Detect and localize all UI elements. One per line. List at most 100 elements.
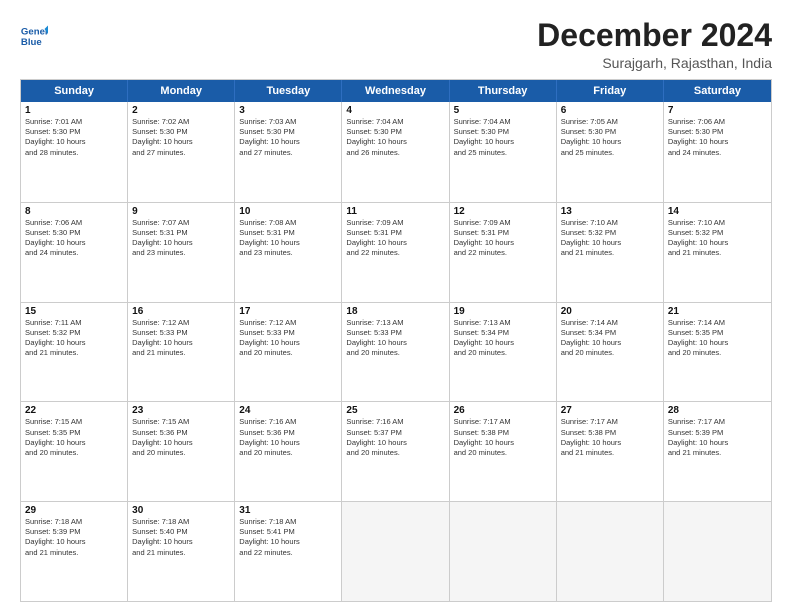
day-number: 14 — [668, 206, 767, 217]
logo: General Blue — [20, 22, 48, 50]
day-number: 27 — [561, 405, 659, 416]
title-block: December 2024 Surajgarh, Rajasthan, Indi… — [537, 18, 772, 71]
day-info: Sunrise: 7:08 AM Sunset: 5:31 PM Dayligh… — [239, 218, 337, 259]
day-info: Sunrise: 7:17 AM Sunset: 5:38 PM Dayligh… — [454, 417, 552, 458]
day-info: Sunrise: 7:18 AM Sunset: 5:40 PM Dayligh… — [132, 517, 230, 558]
week-row-5: 29Sunrise: 7:18 AM Sunset: 5:39 PM Dayli… — [21, 501, 771, 601]
day-number: 28 — [668, 405, 767, 416]
calendar-day — [342, 502, 449, 601]
day-info: Sunrise: 7:02 AM Sunset: 5:30 PM Dayligh… — [132, 117, 230, 158]
day-info: Sunrise: 7:14 AM Sunset: 5:34 PM Dayligh… — [561, 318, 659, 359]
week-row-1: 1Sunrise: 7:01 AM Sunset: 5:30 PM Daylig… — [21, 102, 771, 202]
day-number: 15 — [25, 306, 123, 317]
calendar-day: 15Sunrise: 7:11 AM Sunset: 5:32 PM Dayli… — [21, 303, 128, 402]
logo-icon: General Blue — [20, 22, 48, 50]
calendar-day: 18Sunrise: 7:13 AM Sunset: 5:33 PM Dayli… — [342, 303, 449, 402]
svg-text:Blue: Blue — [21, 37, 42, 48]
day-info: Sunrise: 7:15 AM Sunset: 5:36 PM Dayligh… — [132, 417, 230, 458]
day-info: Sunrise: 7:07 AM Sunset: 5:31 PM Dayligh… — [132, 218, 230, 259]
day-info: Sunrise: 7:09 AM Sunset: 5:31 PM Dayligh… — [454, 218, 552, 259]
calendar-day: 14Sunrise: 7:10 AM Sunset: 5:32 PM Dayli… — [664, 203, 771, 302]
svg-text:General: General — [21, 26, 48, 37]
week-row-3: 15Sunrise: 7:11 AM Sunset: 5:32 PM Dayli… — [21, 302, 771, 402]
day-info: Sunrise: 7:18 AM Sunset: 5:39 PM Dayligh… — [25, 517, 123, 558]
day-info: Sunrise: 7:05 AM Sunset: 5:30 PM Dayligh… — [561, 117, 659, 158]
day-number: 21 — [668, 306, 767, 317]
calendar-day: 5Sunrise: 7:04 AM Sunset: 5:30 PM Daylig… — [450, 102, 557, 202]
day-number: 31 — [239, 505, 337, 516]
header-wednesday: Wednesday — [342, 80, 449, 102]
day-number: 25 — [346, 405, 444, 416]
day-info: Sunrise: 7:16 AM Sunset: 5:36 PM Dayligh… — [239, 417, 337, 458]
calendar-day: 16Sunrise: 7:12 AM Sunset: 5:33 PM Dayli… — [128, 303, 235, 402]
day-number: 3 — [239, 105, 337, 116]
day-info: Sunrise: 7:12 AM Sunset: 5:33 PM Dayligh… — [132, 318, 230, 359]
day-info: Sunrise: 7:09 AM Sunset: 5:31 PM Dayligh… — [346, 218, 444, 259]
day-info: Sunrise: 7:17 AM Sunset: 5:39 PM Dayligh… — [668, 417, 767, 458]
header-monday: Monday — [128, 80, 235, 102]
calendar-day: 13Sunrise: 7:10 AM Sunset: 5:32 PM Dayli… — [557, 203, 664, 302]
calendar-day: 22Sunrise: 7:15 AM Sunset: 5:35 PM Dayli… — [21, 402, 128, 501]
calendar-day: 11Sunrise: 7:09 AM Sunset: 5:31 PM Dayli… — [342, 203, 449, 302]
location: Surajgarh, Rajasthan, India — [537, 55, 772, 71]
day-number: 18 — [346, 306, 444, 317]
day-number: 2 — [132, 105, 230, 116]
header-friday: Friday — [557, 80, 664, 102]
header: General Blue December 2024 Surajgarh, Ra… — [20, 18, 772, 71]
day-info: Sunrise: 7:16 AM Sunset: 5:37 PM Dayligh… — [346, 417, 444, 458]
day-number: 24 — [239, 405, 337, 416]
day-info: Sunrise: 7:18 AM Sunset: 5:41 PM Dayligh… — [239, 517, 337, 558]
calendar-day: 30Sunrise: 7:18 AM Sunset: 5:40 PM Dayli… — [128, 502, 235, 601]
day-number: 17 — [239, 306, 337, 317]
calendar-day: 24Sunrise: 7:16 AM Sunset: 5:36 PM Dayli… — [235, 402, 342, 501]
day-info: Sunrise: 7:17 AM Sunset: 5:38 PM Dayligh… — [561, 417, 659, 458]
calendar-day: 29Sunrise: 7:18 AM Sunset: 5:39 PM Dayli… — [21, 502, 128, 601]
month-title: December 2024 — [537, 18, 772, 53]
calendar-day: 31Sunrise: 7:18 AM Sunset: 5:41 PM Dayli… — [235, 502, 342, 601]
calendar-day: 9Sunrise: 7:07 AM Sunset: 5:31 PM Daylig… — [128, 203, 235, 302]
calendar-day: 20Sunrise: 7:14 AM Sunset: 5:34 PM Dayli… — [557, 303, 664, 402]
day-info: Sunrise: 7:15 AM Sunset: 5:35 PM Dayligh… — [25, 417, 123, 458]
day-info: Sunrise: 7:03 AM Sunset: 5:30 PM Dayligh… — [239, 117, 337, 158]
day-number: 11 — [346, 206, 444, 217]
day-info: Sunrise: 7:11 AM Sunset: 5:32 PM Dayligh… — [25, 318, 123, 359]
day-number: 26 — [454, 405, 552, 416]
calendar-day: 2Sunrise: 7:02 AM Sunset: 5:30 PM Daylig… — [128, 102, 235, 202]
calendar-day: 7Sunrise: 7:06 AM Sunset: 5:30 PM Daylig… — [664, 102, 771, 202]
calendar-day: 23Sunrise: 7:15 AM Sunset: 5:36 PM Dayli… — [128, 402, 235, 501]
day-info: Sunrise: 7:14 AM Sunset: 5:35 PM Dayligh… — [668, 318, 767, 359]
day-info: Sunrise: 7:10 AM Sunset: 5:32 PM Dayligh… — [561, 218, 659, 259]
day-info: Sunrise: 7:04 AM Sunset: 5:30 PM Dayligh… — [454, 117, 552, 158]
day-number: 1 — [25, 105, 123, 116]
day-number: 30 — [132, 505, 230, 516]
page: General Blue December 2024 Surajgarh, Ra… — [0, 0, 792, 612]
day-number: 9 — [132, 206, 230, 217]
calendar-day: 26Sunrise: 7:17 AM Sunset: 5:38 PM Dayli… — [450, 402, 557, 501]
day-number: 7 — [668, 105, 767, 116]
day-info: Sunrise: 7:13 AM Sunset: 5:33 PM Dayligh… — [346, 318, 444, 359]
day-info: Sunrise: 7:04 AM Sunset: 5:30 PM Dayligh… — [346, 117, 444, 158]
calendar-day — [557, 502, 664, 601]
calendar-day — [664, 502, 771, 601]
calendar-day — [450, 502, 557, 601]
day-number: 29 — [25, 505, 123, 516]
calendar-day: 21Sunrise: 7:14 AM Sunset: 5:35 PM Dayli… — [664, 303, 771, 402]
day-number: 8 — [25, 206, 123, 217]
day-number: 6 — [561, 105, 659, 116]
day-number: 22 — [25, 405, 123, 416]
day-info: Sunrise: 7:01 AM Sunset: 5:30 PM Dayligh… — [25, 117, 123, 158]
day-info: Sunrise: 7:10 AM Sunset: 5:32 PM Dayligh… — [668, 218, 767, 259]
header-sunday: Sunday — [21, 80, 128, 102]
day-info: Sunrise: 7:06 AM Sunset: 5:30 PM Dayligh… — [25, 218, 123, 259]
calendar-day: 17Sunrise: 7:12 AM Sunset: 5:33 PM Dayli… — [235, 303, 342, 402]
calendar-day: 12Sunrise: 7:09 AM Sunset: 5:31 PM Dayli… — [450, 203, 557, 302]
day-number: 20 — [561, 306, 659, 317]
header-tuesday: Tuesday — [235, 80, 342, 102]
week-row-4: 22Sunrise: 7:15 AM Sunset: 5:35 PM Dayli… — [21, 401, 771, 501]
day-number: 5 — [454, 105, 552, 116]
day-number: 13 — [561, 206, 659, 217]
calendar-day: 6Sunrise: 7:05 AM Sunset: 5:30 PM Daylig… — [557, 102, 664, 202]
calendar-day: 25Sunrise: 7:16 AM Sunset: 5:37 PM Dayli… — [342, 402, 449, 501]
calendar-day: 28Sunrise: 7:17 AM Sunset: 5:39 PM Dayli… — [664, 402, 771, 501]
header-saturday: Saturday — [664, 80, 771, 102]
